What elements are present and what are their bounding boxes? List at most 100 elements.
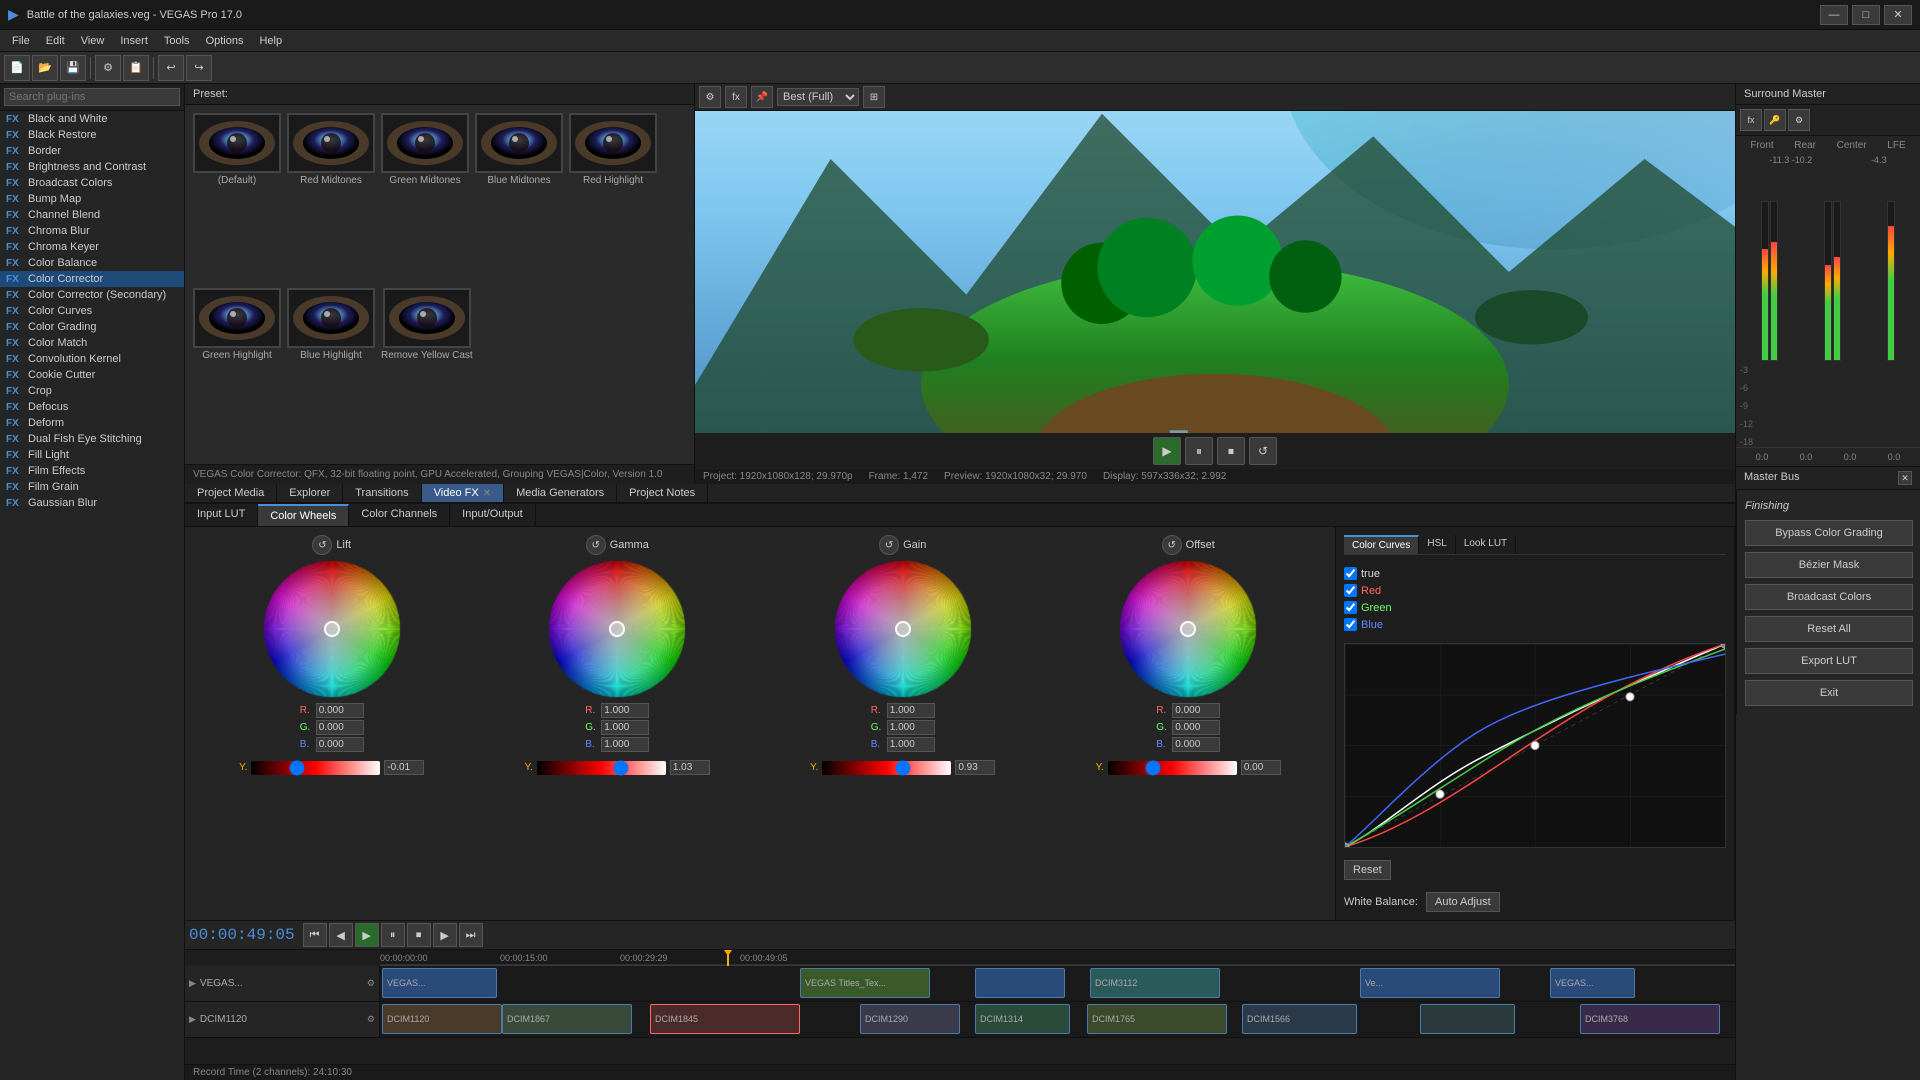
rgb-check-label[interactable]: true [1344, 567, 1726, 580]
wheel-y-slider-lift[interactable] [251, 761, 380, 775]
wheel-r-input-offset[interactable] [1172, 703, 1220, 718]
pause-button[interactable]: ⏸ [1185, 437, 1213, 465]
properties-btn[interactable]: 📋 [123, 55, 149, 81]
fx-item-crop[interactable]: FXCrop [0, 383, 184, 399]
clip-2-6[interactable]: DCIM1765 [1087, 1004, 1227, 1034]
curves-canvas[interactable] [1344, 643, 1726, 848]
preset-red-highlight[interactable]: Red Highlight [569, 113, 657, 282]
fx-item-film-effects[interactable]: FXFilm Effects [0, 463, 184, 479]
new-btn[interactable]: 📄 [4, 55, 30, 81]
clip-2-9[interactable]: DCIM3768 [1580, 1004, 1720, 1034]
export-lut-btn[interactable]: Export LUT [1745, 648, 1913, 674]
clip-2-4[interactable]: DCIM1290 [860, 1004, 960, 1034]
clip-2-2[interactable]: DCIM1867 [502, 1004, 632, 1034]
timeline-pause-btn[interactable]: ⏸ [381, 923, 405, 947]
fx-item-channel-blend[interactable]: FXChannel Blend [0, 207, 184, 223]
menu-insert[interactable]: Insert [112, 33, 156, 49]
preset-remove-yellow[interactable]: Remove Yellow Cast [381, 288, 473, 457]
preview-quality-select[interactable]: Best (Full) Better (Full) Good (Half) [777, 88, 859, 106]
surround-settings-btn[interactable]: ⚙ [1788, 109, 1810, 131]
tab-input-lut[interactable]: Input LUT [185, 504, 258, 526]
btab-video-fx[interactable]: Video FX✕ [422, 484, 504, 502]
next-frame-btn[interactable]: ▶ [433, 923, 457, 947]
wheel-y-input-gamma[interactable] [670, 760, 710, 775]
fx-item-broadcast-colors[interactable]: FXBroadcast Colors [0, 175, 184, 191]
preview-fx-btn[interactable]: fx [725, 86, 747, 108]
tab-hsl[interactable]: HSL [1419, 535, 1455, 554]
rgb-checkbox[interactable] [1344, 567, 1357, 580]
fx-item-film-grain[interactable]: FXFilm Grain [0, 479, 184, 495]
clip-2-7[interactable]: DCIM1566 [1242, 1004, 1357, 1034]
preset-default[interactable]: (Default) [193, 113, 281, 282]
fx-item-chroma-keyer[interactable]: FXChroma Keyer [0, 239, 184, 255]
title-bar-controls[interactable]: — □ ✕ [1820, 5, 1912, 25]
surround-fx-btn[interactable]: fx [1740, 109, 1762, 131]
wheel-r-input-gamma[interactable] [601, 703, 649, 718]
bypass-color-grading-btn[interactable]: Bypass Color Grading [1745, 520, 1913, 546]
stop-button[interactable]: ⏹ [1217, 437, 1245, 465]
blue-check-label[interactable]: Blue [1344, 618, 1726, 631]
fx-item-gaussian-blur[interactable]: FXGaussian Blur [0, 495, 184, 511]
wheel-b-input-gamma[interactable] [601, 737, 649, 752]
fx-item-chroma-blur[interactable]: FXChroma Blur [0, 223, 184, 239]
reset-curve-btn[interactable]: Reset [1344, 860, 1391, 880]
clip-1-6[interactable]: VEGAS... [1550, 968, 1635, 998]
reset-all-btn[interactable]: Reset All [1745, 616, 1913, 642]
blue-checkbox[interactable] [1344, 618, 1357, 631]
wheel-r-input-gain[interactable] [887, 703, 935, 718]
menu-edit[interactable]: Edit [38, 33, 73, 49]
btab-close-video-fx[interactable]: ✕ [483, 488, 491, 499]
tab-input-output[interactable]: Input/Output [450, 504, 536, 526]
red-checkbox[interactable] [1344, 584, 1357, 597]
wheel-center-offset[interactable] [1180, 621, 1196, 637]
wheel-center-gain[interactable] [895, 621, 911, 637]
timeline-play-btn[interactable]: ▶ [355, 923, 379, 947]
wheel-y-input-gain[interactable] [955, 760, 995, 775]
btab-transitions[interactable]: Transitions [343, 484, 421, 502]
red-check-label[interactable]: Red [1344, 584, 1726, 597]
wheel-y-input-offset[interactable] [1241, 760, 1281, 775]
play-button[interactable]: ▶ [1153, 437, 1181, 465]
fx-item-color-curves[interactable]: FXColor Curves [0, 303, 184, 319]
green-check-label[interactable]: Green [1344, 601, 1726, 614]
reset-wheel-lift[interactable]: ↺ [312, 535, 332, 555]
fx-item-defocus[interactable]: FXDefocus [0, 399, 184, 415]
fx-item-fill-light[interactable]: FXFill Light [0, 447, 184, 463]
fx-item-color-corrector-(secondary)[interactable]: FXColor Corrector (Secondary) [0, 287, 184, 303]
preset-red-midtones[interactable]: Red Midtones [287, 113, 375, 282]
menu-tools[interactable]: Tools [156, 33, 198, 49]
wheel-g-input-gain[interactable] [887, 720, 935, 735]
undo-btn[interactable]: ↩ [158, 55, 184, 81]
btab-project-media[interactable]: Project Media [185, 484, 277, 502]
fx-item-dual-fish-eye-stitching[interactable]: FXDual Fish Eye Stitching [0, 431, 184, 447]
btab-project-notes[interactable]: Project Notes [617, 484, 708, 502]
fx-item-cookie-cutter[interactable]: FXCookie Cutter [0, 367, 184, 383]
fx-item-convolution-kernel[interactable]: FXConvolution Kernel [0, 351, 184, 367]
clip-2-1[interactable]: DCIM1120 [382, 1004, 502, 1034]
preset-blue-midtones[interactable]: Blue Midtones [475, 113, 563, 282]
tab-color-curves[interactable]: Color Curves [1344, 535, 1419, 554]
go-end-btn[interactable]: ⏭ [459, 923, 483, 947]
wheel-y-slider-gamma[interactable] [537, 761, 666, 775]
fx-item-color-balance[interactable]: FXColor Balance [0, 255, 184, 271]
btab-explorer[interactable]: Explorer [277, 484, 343, 502]
preview-settings-btn[interactable]: ⚙ [699, 86, 721, 108]
clip-1-2[interactable]: VEGAS Titles_Tex... [800, 968, 930, 998]
close-button[interactable]: ✕ [1884, 5, 1912, 25]
clip-1-3[interactable] [975, 968, 1065, 998]
wheel-g-input-offset[interactable] [1172, 720, 1220, 735]
preset-green-highlight[interactable]: Green Highlight [193, 288, 281, 457]
wheel-r-input-lift[interactable] [316, 703, 364, 718]
master-bus-close[interactable]: ✕ [1898, 471, 1912, 485]
menu-view[interactable]: View [73, 33, 113, 49]
fx-item-color-grading[interactable]: FXColor Grading [0, 319, 184, 335]
prev-frame-btn[interactable]: ◀ [329, 923, 353, 947]
render-btn[interactable]: ⚙ [95, 55, 121, 81]
green-checkbox[interactable] [1344, 601, 1357, 614]
preset-blue-highlight[interactable]: Blue Highlight [287, 288, 375, 457]
loop-button[interactable]: ↺ [1249, 437, 1277, 465]
fx-item-deform[interactable]: FXDeform [0, 415, 184, 431]
menu-options[interactable]: Options [198, 33, 252, 49]
fx-item-black-restore[interactable]: FXBlack Restore [0, 127, 184, 143]
auto-adjust-btn[interactable]: Auto Adjust [1426, 892, 1500, 912]
